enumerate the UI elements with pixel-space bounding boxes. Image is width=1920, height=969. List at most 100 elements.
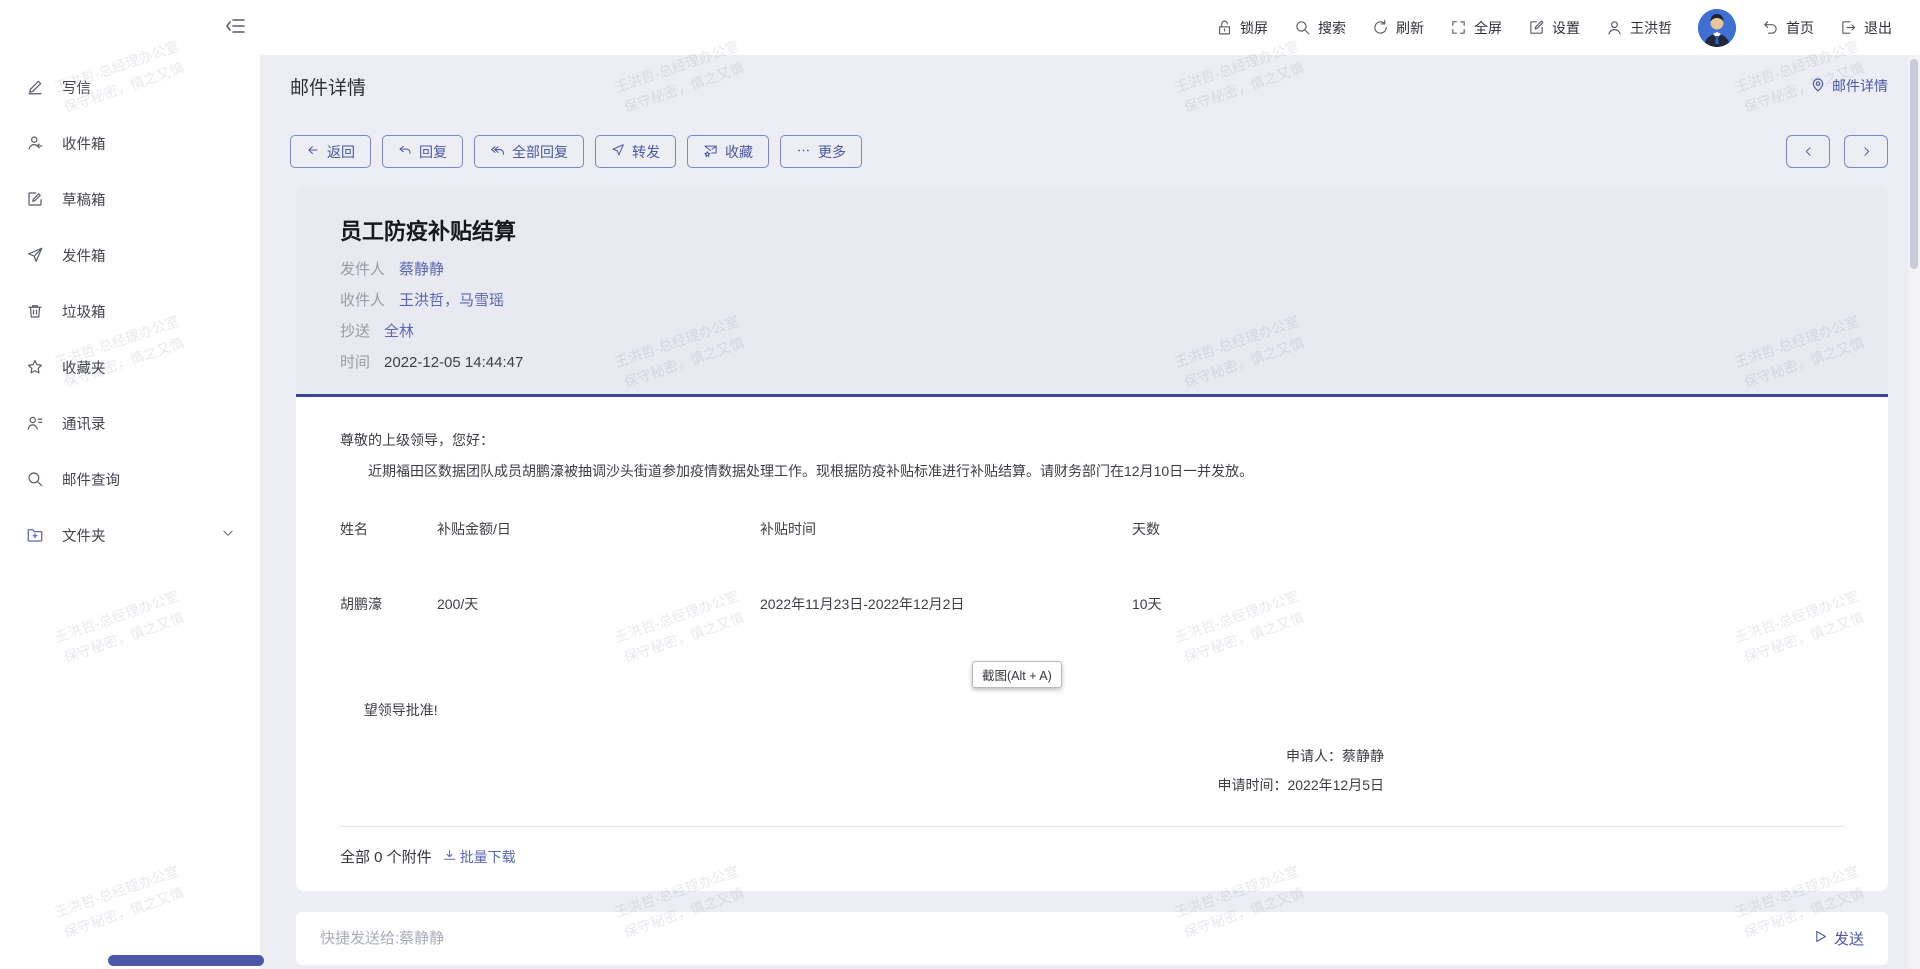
sidebar-item-label: 写信 bbox=[62, 77, 91, 98]
cc-value[interactable]: 全林 bbox=[384, 323, 414, 340]
to-label: 收件人 bbox=[340, 292, 385, 309]
vertical-scrollbar bbox=[1908, 55, 1920, 969]
sidebar-item-label: 文件夹 bbox=[62, 525, 106, 546]
subsidy-table: 姓名 补贴金额/日 补贴时间 天数 胡鹏濠 200/天 2022年11月23日-… bbox=[340, 519, 1844, 614]
search-label: 搜索 bbox=[1318, 18, 1346, 38]
table-row: 胡鹏濠 200/天 2022年11月23日-2022年12月2日 10天 bbox=[340, 594, 1844, 614]
forward-plane-icon bbox=[611, 143, 625, 160]
more-button[interactable]: 更多 bbox=[780, 135, 862, 168]
attachments-summary: 全部 0 个附件 bbox=[340, 846, 432, 867]
to-value[interactable]: 王洪哲，马雪瑶 bbox=[399, 292, 504, 309]
sidebar-item-favorites[interactable]: 收藏夹 bbox=[0, 339, 245, 395]
location-tag-label: 邮件详情 bbox=[1832, 76, 1888, 96]
mail-detail-card: 员工防疫补贴结算 发件人蔡静静 收件人王洪哲，马雪瑶 抄送全林 时间2022-1… bbox=[296, 187, 1888, 891]
reply-icon bbox=[398, 143, 412, 160]
mail-closing: 望领导批准! bbox=[340, 700, 1844, 720]
sidebar-item-trash[interactable]: 垃圾箱 bbox=[0, 283, 245, 339]
sidebar-item-label: 收藏夹 bbox=[62, 357, 106, 378]
sidebar-item-inbox[interactable]: 收件箱 bbox=[0, 115, 245, 171]
search-icon bbox=[1294, 19, 1311, 36]
mail-signature: 申请人：蔡静静 申请时间：2022年12月5日 bbox=[340, 742, 1844, 800]
table-cell: 胡鹏濠 bbox=[340, 594, 437, 614]
reply-button[interactable]: 回复 bbox=[382, 135, 463, 168]
table-cell: 10天 bbox=[1132, 594, 1844, 614]
person-icon bbox=[1606, 19, 1623, 36]
person-arrow-icon bbox=[26, 134, 44, 152]
arrow-left-icon bbox=[306, 143, 320, 160]
cc-label: 抄送 bbox=[340, 323, 370, 340]
back-button[interactable]: 返回 bbox=[290, 135, 371, 168]
mail-from-row: 发件人蔡静静 bbox=[340, 259, 1844, 281]
quick-send-bar: 发送 bbox=[296, 912, 1888, 965]
settings-button[interactable]: 设置 bbox=[1528, 18, 1580, 38]
home-button[interactable]: 首页 bbox=[1762, 18, 1814, 38]
next-mail-button[interactable] bbox=[1844, 135, 1888, 168]
sidebar-item-label: 收件箱 bbox=[62, 133, 106, 154]
mail-header: 员工防疫补贴结算 发件人蔡静静 收件人王洪哲，马雪瑶 抄送全林 时间2022-1… bbox=[296, 187, 1888, 397]
pencil-icon bbox=[26, 78, 44, 96]
mail-body: 尊敬的上级领导，您好： 近期福田区数据团队成员胡鹏濠被抽调沙头街道参加疫情数据处… bbox=[296, 397, 1888, 891]
contacts-icon bbox=[26, 414, 44, 432]
quick-send-input[interactable] bbox=[320, 930, 1813, 947]
mail-greeting: 尊敬的上级领导，您好： bbox=[340, 430, 1844, 450]
sidebar-item-label: 邮件查询 bbox=[62, 469, 120, 490]
send-button[interactable]: 发送 bbox=[1813, 928, 1864, 949]
topbar: 锁屏 搜索 刷新 全屏 设置 王洪哲 bbox=[0, 0, 1920, 55]
location-tag: 邮件详情 bbox=[1810, 76, 1888, 96]
ellipsis-icon bbox=[796, 143, 811, 161]
fullscreen-icon bbox=[1450, 19, 1467, 36]
from-label: 发件人 bbox=[340, 261, 385, 278]
apply-date-line: 申请时间：2022年12月5日 bbox=[340, 771, 1384, 800]
mail-paragraph: 近期福田区数据团队成员胡鹏濠被抽调沙头街道参加疫情数据处理工作。现根据防疫补贴标… bbox=[340, 460, 1844, 482]
logout-icon bbox=[1840, 19, 1857, 36]
page-header: 邮件详情 邮件详情 bbox=[290, 55, 1888, 117]
magnifier-icon bbox=[26, 470, 44, 488]
fullscreen-button[interactable]: 全屏 bbox=[1450, 18, 1502, 38]
logout-button[interactable]: 退出 bbox=[1840, 18, 1892, 38]
send-triangle-icon bbox=[1813, 929, 1828, 948]
fullscreen-label: 全屏 bbox=[1474, 18, 1502, 38]
from-value[interactable]: 蔡静静 bbox=[399, 261, 444, 278]
search-button[interactable]: 搜索 bbox=[1294, 18, 1346, 38]
reply-label: 回复 bbox=[419, 142, 447, 162]
sidebar-item-compose[interactable]: 写信 bbox=[0, 59, 245, 115]
page-title: 邮件详情 bbox=[290, 73, 366, 100]
sidebar-item-sent[interactable]: 发件箱 bbox=[0, 227, 245, 283]
sidebar-nav: 写信 收件箱 草稿箱 发件箱 垃圾箱 收藏夹 通讯录 邮件查询 bbox=[0, 55, 245, 563]
avatar-image bbox=[1698, 9, 1736, 47]
lock-screen-button[interactable]: 锁屏 bbox=[1216, 18, 1268, 38]
favorite-button[interactable]: 收藏 bbox=[687, 135, 769, 168]
edit-square-icon bbox=[1528, 19, 1545, 36]
prev-mail-button[interactable] bbox=[1786, 135, 1830, 168]
user-menu[interactable]: 王洪哲 bbox=[1606, 18, 1672, 38]
vertical-scrollbar-thumb[interactable] bbox=[1910, 59, 1918, 269]
username-label: 王洪哲 bbox=[1630, 18, 1672, 38]
mail-cc-row: 抄送全林 bbox=[340, 321, 1844, 343]
avatar[interactable] bbox=[1698, 9, 1736, 47]
mail-to-row: 收件人王洪哲，马雪瑶 bbox=[340, 290, 1844, 312]
collapse-sidebar-icon[interactable] bbox=[224, 14, 250, 40]
sidebar-item-drafts[interactable]: 草稿箱 bbox=[0, 171, 245, 227]
lock-icon bbox=[1216, 19, 1233, 36]
mail-subject: 员工防疫补贴结算 bbox=[340, 214, 1844, 246]
sidebar-item-folders[interactable]: 文件夹 bbox=[0, 507, 245, 563]
horizontal-scrollbar-thumb[interactable] bbox=[108, 955, 264, 966]
refresh-button[interactable]: 刷新 bbox=[1372, 18, 1424, 38]
folder-plus-icon bbox=[26, 526, 44, 544]
attachments-bar: 全部 0 个附件 批量下载 bbox=[340, 826, 1844, 891]
settings-label: 设置 bbox=[1552, 18, 1580, 38]
back-label: 返回 bbox=[327, 142, 355, 162]
forward-button[interactable]: 转发 bbox=[595, 135, 676, 168]
screenshot-tooltip: 截图(Alt + A) bbox=[972, 661, 1062, 688]
trash-icon bbox=[26, 302, 44, 320]
col-header: 天数 bbox=[1132, 519, 1844, 539]
sidebar-item-mail-search[interactable]: 邮件查询 bbox=[0, 451, 245, 507]
back-home-icon bbox=[1762, 19, 1779, 36]
col-header: 姓名 bbox=[340, 519, 437, 539]
batch-download-link[interactable]: 批量下载 bbox=[442, 847, 516, 867]
sidebar-item-contacts[interactable]: 通讯录 bbox=[0, 395, 245, 451]
chevron-down-icon[interactable] bbox=[221, 526, 235, 544]
reply-all-button[interactable]: 全部回复 bbox=[474, 135, 584, 168]
star-icon bbox=[26, 358, 44, 376]
main-content: 邮件详情 邮件详情 返回 回复 全部回复 转发 bbox=[260, 55, 1908, 969]
